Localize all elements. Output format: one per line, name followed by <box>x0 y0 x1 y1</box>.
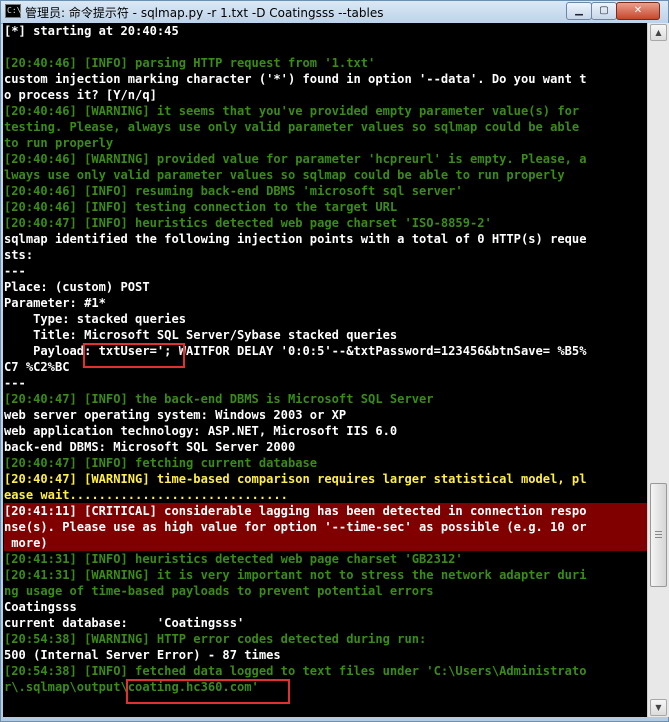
console-line: [20:41:31] [WARNING] it is very importan… <box>4 568 587 582</box>
console-line: ng usage of time-based payloads to preve… <box>4 584 434 598</box>
scroll-down-button[interactable]: ▼ <box>650 699 667 716</box>
close-button[interactable]: ✕ <box>616 2 660 20</box>
console-line: Parameter: #1* <box>4 296 106 310</box>
maximize-button[interactable]: ▢ <box>591 2 617 20</box>
scroll-up-arrow-icon: ▲ <box>655 28 662 37</box>
console-line: [20:40:46] [INFO] resuming back-end DBMS… <box>4 184 463 198</box>
console-line: [20:41:11] [CRITICAL] considerable laggi… <box>4 503 647 519</box>
console-line: [20:40:46] [INFO] parsing HTTP request f… <box>4 56 376 70</box>
console-line: back-end DBMS: Microsoft SQL Server 2000 <box>4 440 296 454</box>
console-output[interactable]: [*] starting at 20:40:45 [20:40:46] [INF… <box>3 23 647 717</box>
window-title: 管理员: 命令提示符 - sqlmap.py -r 1.txt -D Coati… <box>25 6 384 20</box>
scroll-down-arrow-icon: ▼ <box>655 703 662 712</box>
console-line: Title: Microsoft SQL Server/Sybase stack… <box>4 328 398 342</box>
command-prompt-window: C:\ 管理员: 命令提示符 - sqlmap.py -r 1.txt -D C… <box>0 0 669 722</box>
cmd-app-icon: C:\ <box>5 4 21 18</box>
thumb-grip <box>655 537 662 538</box>
console-line: sqlmap identified the following injectio… <box>4 232 587 246</box>
maximize-icon: ▢ <box>599 5 609 16</box>
console-line: custom injection marking character ('*')… <box>4 72 587 86</box>
console-line: [20:40:47] [INFO] heuristics detected we… <box>4 216 492 230</box>
scroll-up-button[interactable]: ▲ <box>650 24 667 41</box>
console-line: web server operating system: Windows 200… <box>4 408 347 422</box>
console-line: sts: <box>4 248 34 262</box>
console-line: o process it? [Y/n/q] <box>4 88 157 102</box>
close-icon: ✕ <box>633 5 643 16</box>
console-line: [20:54:38] [WARNING] HTTP error codes de… <box>4 632 427 646</box>
console-line: [20:40:47] [WARNING] time-based comparis… <box>4 472 587 486</box>
console-line: --- <box>4 264 26 278</box>
console-line: ease wait.............................. <box>4 488 288 502</box>
console-line: testing. Please, always use only valid p… <box>4 120 580 134</box>
scroll-thumb[interactable] <box>650 483 667 587</box>
minimize-icon: ▁ <box>575 5 583 16</box>
console-line: [20:41:31] [INFO] heuristics detected we… <box>4 552 463 566</box>
console-line: [20:54:38] [INFO] fetched data logged to… <box>4 664 587 678</box>
console-line: web application technology: ASP.NET, Mic… <box>4 424 398 438</box>
console-line: --- <box>4 376 26 390</box>
console-line: [20:40:46] [WARNING] provided value for … <box>4 152 587 166</box>
console-line: to run properly <box>4 136 114 150</box>
console-line: current database: 'Coatingsss' <box>4 616 245 630</box>
console-line: [20:40:46] [WARNING] it seems that you'v… <box>4 104 580 118</box>
vertical-scrollbar[interactable]: ▲ ▼ <box>647 23 669 717</box>
console-line: lways use only valid parameter values so… <box>4 168 565 182</box>
payload-highlight-box <box>83 343 185 368</box>
console-line: C7 %C2%BC <box>4 360 70 374</box>
console-line: [20:40:47] [INFO] the back-end DBMS is M… <box>4 392 434 406</box>
console-line: Coatingsss <box>4 600 77 614</box>
console-line: [20:40:46] [INFO] testing connection to … <box>4 200 398 214</box>
output-path-highlight-box <box>126 679 290 704</box>
console-line: more) <box>4 535 647 551</box>
thumb-grip <box>655 534 662 535</box>
console-line: [20:40:47] [INFO] fetching current datab… <box>4 456 318 470</box>
console-line: Type: stacked queries <box>4 312 187 326</box>
console-line: Place: (custom) POST <box>4 280 150 294</box>
console-line: [*] starting at 20:40:45 <box>4 24 179 38</box>
minimize-button[interactable]: ▁ <box>566 2 592 20</box>
console-line: 500 (Internal Server Error) - 87 times <box>4 648 281 662</box>
console-line: nse(s). Please use as high value for opt… <box>4 519 647 535</box>
title-bar[interactable]: C:\ 管理员: 命令提示符 - sqlmap.py -r 1.txt -D C… <box>1 1 668 24</box>
thumb-grip <box>655 531 662 532</box>
